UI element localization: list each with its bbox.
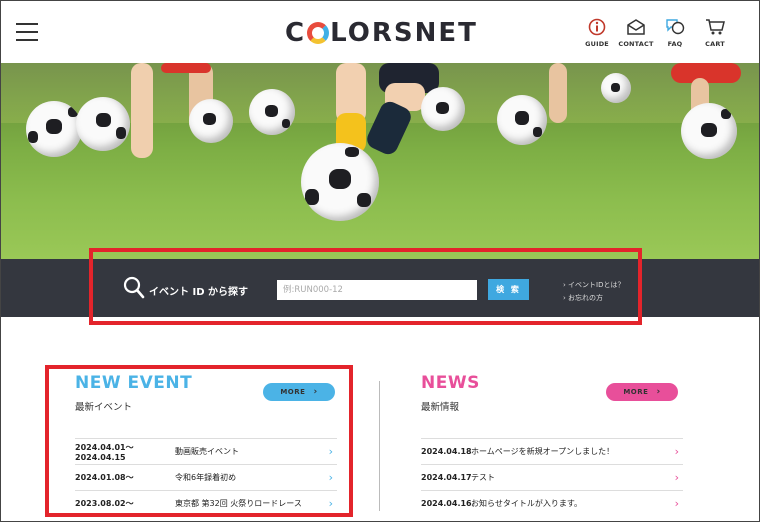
search-icon (123, 276, 145, 299)
forgot-id-link[interactable]: › お忘れの方 (563, 292, 625, 305)
news-date: 2024.04.16 (421, 499, 472, 508)
new-event-subtitle: 最新イベント (75, 402, 133, 413)
nav-guide[interactable]: GUIDE (577, 16, 617, 48)
event-date: 2023.08.02～ (75, 499, 134, 508)
news-subtitle: 最新情報 (421, 402, 460, 413)
site-header: C LORSNET GUIDE CONTACT FAQ CART (1, 1, 759, 63)
mail-icon (625, 16, 647, 38)
event-row[interactable]: 2023.08.02～ 東京都 第32回 火祭りロードレース › (75, 490, 337, 516)
chevron-right-icon: › (674, 445, 679, 458)
nav-contact[interactable]: CONTACT (616, 16, 656, 48)
chevron-right-icon: › (674, 497, 679, 510)
hamburger-menu-icon[interactable] (16, 23, 38, 41)
page: C LORSNET GUIDE CONTACT FAQ CART イベント ID… (0, 0, 760, 522)
event-name: 東京都 第32回 火祭りロードレース (175, 499, 302, 508)
news-headline: お知らせタイトルが入ります。 (471, 499, 583, 508)
event-row[interactable]: 2024.01.08～ 令和6年録着初め › (75, 464, 337, 490)
event-date: 2024.01.08～ (75, 473, 134, 482)
event-date: 2024.04.01～2024.04.15 (75, 442, 134, 462)
event-row[interactable]: 2024.04.01～2024.04.15 動画販売イベント › (75, 438, 337, 464)
news-more-button[interactable]: MORE › (606, 383, 678, 401)
chevron-right-icon: › (313, 387, 318, 397)
news-row[interactable]: 2024.04.17 テスト › (421, 464, 683, 490)
info-icon (586, 16, 608, 38)
nav-faq[interactable]: FAQ (655, 16, 695, 48)
new-event-section: NEW EVENT 最新イベント MORE › 2024.04.01～2024.0… (75, 373, 337, 510)
news-date: 2024.04.18 (421, 447, 472, 456)
chat-icon (664, 16, 686, 38)
chevron-right-icon: › (656, 387, 661, 397)
event-id-input[interactable] (277, 280, 477, 300)
what-is-event-id-link[interactable]: › イベントIDとは？ (563, 279, 625, 292)
chevron-right-icon: › (328, 497, 333, 510)
event-name: 動画販売イベント (175, 447, 239, 456)
site-logo[interactable]: C LORSNET (285, 16, 478, 50)
new-event-more-button[interactable]: MORE › (263, 383, 335, 401)
chevron-right-icon: › (674, 471, 679, 484)
news-section: NEWS 最新情報 MORE › 2024.04.18 ホームページを新規オープン… (421, 373, 683, 510)
event-name: 令和6年録着初め (175, 473, 237, 482)
event-search-bar: イベント ID から探す 検 索 › イベントIDとは？ › お忘れの方 (1, 259, 759, 317)
cart-icon (704, 16, 726, 38)
nav-cart[interactable]: CART (695, 16, 735, 48)
column-divider (379, 381, 380, 511)
news-headline: ホームページを新規オープンしました！ (471, 447, 615, 456)
search-button[interactable]: 検 索 (488, 279, 529, 300)
nav-contact-label: CONTACT (618, 40, 654, 48)
hero-image (1, 63, 759, 259)
chevron-right-icon: › (328, 471, 333, 484)
news-row[interactable]: 2024.04.18 ホームページを新規オープンしました！ › (421, 438, 683, 464)
event-search-title: イベント ID から探す (149, 287, 248, 298)
news-headline: テスト (471, 473, 495, 482)
chevron-right-icon: › (328, 445, 333, 458)
search-help-links: › イベントIDとは？ › お忘れの方 (563, 279, 625, 305)
nav-cart-label: CART (705, 40, 725, 48)
nav-faq-label: FAQ (667, 40, 683, 48)
nav-guide-label: GUIDE (585, 40, 609, 48)
news-date: 2024.04.17 (421, 473, 472, 482)
news-row[interactable]: 2024.04.16 お知らせタイトルが入ります。 › (421, 490, 683, 516)
